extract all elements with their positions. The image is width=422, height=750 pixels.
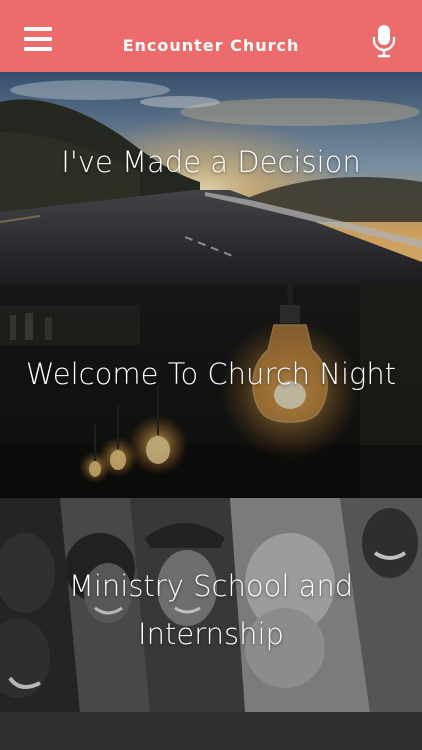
tile-label: Ministry School and Internship <box>68 569 354 651</box>
bottom-strip <box>0 712 422 750</box>
microphone-icon[interactable] <box>370 24 398 58</box>
tile-label: I've Made a Decision <box>61 145 361 179</box>
tile-ministry-school[interactable]: Ministry School and Internship <box>0 498 422 712</box>
tile-welcome[interactable]: Welcome To Church Night <box>0 285 422 498</box>
tile-label: Welcome To Church Night <box>25 357 397 391</box>
hamburger-menu-icon[interactable] <box>24 27 52 51</box>
tile-decision[interactable]: I've Made a Decision <box>0 72 422 285</box>
app-screen: Encounter Church I've Made a Decision We… <box>0 0 422 750</box>
top-app-bar: Encounter Church <box>0 0 422 72</box>
